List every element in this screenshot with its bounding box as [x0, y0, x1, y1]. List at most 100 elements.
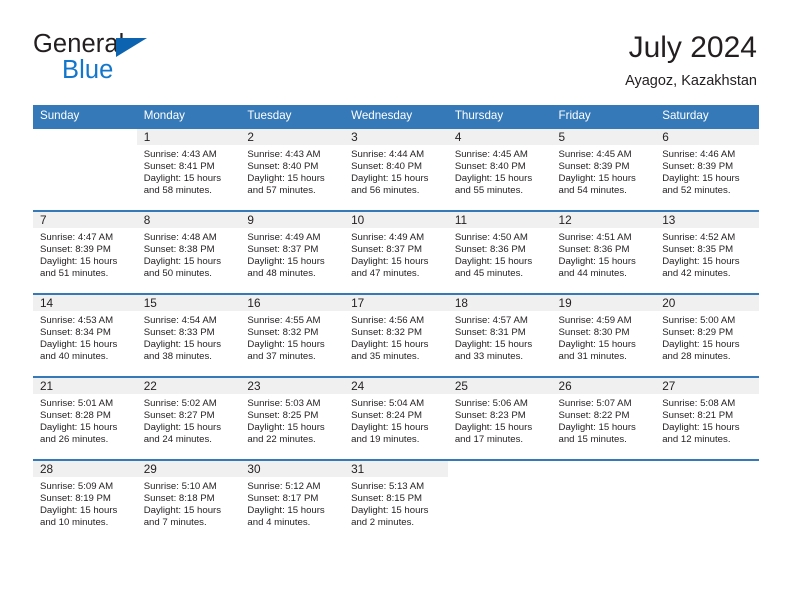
daylight-duration-line2: and 57 minutes. — [247, 185, 316, 197]
calendar-day-cell[interactable]: 28 Sunrise: 5:09 AM Sunset: 8:19 PM Dayligh… — [33, 459, 137, 542]
calendar-day-cell[interactable]: 20 Sunrise: 5:00 AM Sunset: 8:29 PM Dayligh… — [655, 293, 759, 376]
day-number-band: 24 — [344, 378, 448, 394]
calendar-day-cell[interactable]: 16 Sunrise: 4:55 AM Sunset: 8:32 PM Dayligh… — [240, 293, 345, 376]
day-number-band: 26 — [551, 378, 656, 394]
day-number: 9 — [247, 213, 254, 227]
calendar-day-cell[interactable]: 19 Sunrise: 4:59 AM Sunset: 8:30 PM Dayligh… — [551, 293, 656, 376]
daylight-duration-line1: Daylight: 15 hours — [40, 505, 118, 517]
day-details: Sunrise: 5:02 AM Sunset: 8:27 PM Daylight:… — [137, 394, 241, 446]
day-number-band: 28 — [33, 461, 137, 477]
day-number-band: 27 — [655, 378, 759, 394]
calendar-day-cell[interactable]: 4 Sunrise: 4:45 AM Sunset: 8:40 PM Daylight… — [447, 127, 552, 210]
calendar-day-cell[interactable]: 10 Sunrise: 4:49 AM Sunset: 8:37 PM Dayligh… — [344, 210, 448, 293]
daylight-duration-line2: and 38 minutes. — [143, 351, 212, 363]
calendar-day-cell[interactable]: 12 Sunrise: 4:51 AM Sunset: 8:36 PM Dayligh… — [551, 210, 656, 293]
day-details: Sunrise: 4:44 AM Sunset: 8:40 PM Daylight:… — [344, 145, 448, 197]
day-number-band: 18 — [447, 295, 552, 311]
calendar-day-cell[interactable]: 3 Sunrise: 4:44 AM Sunset: 8:40 PM Daylight… — [344, 127, 448, 210]
calendar-day-cell[interactable]: 26 Sunrise: 5:07 AM Sunset: 8:22 PM Dayligh… — [551, 376, 656, 459]
calendar-day-cell[interactable]: 11 Sunrise: 4:50 AM Sunset: 8:36 PM Dayligh… — [447, 210, 552, 293]
day-details: Sunrise: 5:03 AM Sunset: 8:25 PM Daylight:… — [240, 394, 344, 446]
day-number-band: 7 — [33, 212, 137, 228]
day-number-band: 29 — [136, 461, 241, 477]
day-number-band: 15 — [136, 295, 241, 311]
calendar-day-cell[interactable]: 5 Sunrise: 4:45 AM Sunset: 8:39 PM Daylight… — [551, 127, 656, 210]
day-details: Sunrise: 5:06 AM Sunset: 8:23 PM Daylight:… — [448, 394, 552, 446]
daylight-duration-line2: and 28 minutes. — [662, 351, 731, 363]
calendar-day-cell[interactable]: 24 Sunrise: 5:04 AM Sunset: 8:24 PM Dayligh… — [344, 376, 448, 459]
calendar-day-cell[interactable]: 2 Sunrise: 4:43 AM Sunset: 8:40 PM Daylight… — [240, 127, 345, 210]
daylight-duration-line2: and 44 minutes. — [558, 268, 627, 280]
day-details: Sunrise: 5:10 AM Sunset: 8:18 PM Daylight:… — [137, 477, 241, 529]
day-details: Sunrise: 4:45 AM Sunset: 8:40 PM Daylight:… — [448, 145, 552, 197]
calendar-day-cell[interactable]: 30 Sunrise: 5:12 AM Sunset: 8:17 PM Dayligh… — [240, 459, 345, 542]
day-number: 5 — [558, 130, 566, 144]
daylight-duration-line2: and 56 minutes. — [351, 185, 420, 197]
calendar-day-cell[interactable]: 7 Sunrise: 4:47 AM Sunset: 8:39 PM Daylight… — [33, 210, 137, 293]
sunrise-time: Sunrise: 4:49 AM — [247, 232, 321, 243]
daylight-duration-line1: Daylight: 15 hours — [351, 422, 429, 434]
calendar-day-cell[interactable]: 21 Sunrise: 5:01 AM Sunset: 8:28 PM Dayligh… — [33, 376, 137, 459]
daylight-duration-line2: and 48 minutes. — [247, 268, 316, 280]
daylight-duration-line1: Daylight: 15 hours — [247, 256, 325, 268]
sunrise-time: Sunrise: 4:54 AM — [143, 315, 217, 326]
sunrise-time: Sunrise: 4:59 AM — [558, 315, 632, 326]
calendar-day-cell[interactable]: 23 Sunrise: 5:03 AM Sunset: 8:25 PM Dayligh… — [240, 376, 345, 459]
calendar-day-cell[interactable]: 8 Sunrise: 4:48 AM Sunset: 8:38 PM Daylight… — [136, 210, 241, 293]
sunrise-time: Sunrise: 5:04 AM — [351, 398, 425, 409]
day-number: 23 — [247, 379, 261, 393]
day-number: 24 — [351, 379, 365, 393]
calendar-day-cell[interactable]: 15 Sunrise: 4:54 AM Sunset: 8:33 PM Dayligh… — [136, 293, 241, 376]
calendar-day-cell[interactable]: 22 Sunrise: 5:02 AM Sunset: 8:27 PM Dayligh… — [136, 376, 241, 459]
daylight-duration-line2: and 12 minutes. — [662, 434, 731, 446]
sunset-time: Sunset: 8:22 PM — [558, 410, 630, 422]
calendar-day-cell[interactable]: 13 Sunrise: 4:52 AM Sunset: 8:35 PM Dayligh… — [655, 210, 759, 293]
calendar-day-cell[interactable]: 29 Sunrise: 5:10 AM Sunset: 8:18 PM Dayligh… — [136, 459, 241, 542]
daylight-duration-line2: and 45 minutes. — [454, 268, 524, 280]
calendar-day-cell[interactable]: 6 Sunrise: 4:46 AM Sunset: 8:39 PM Daylight… — [655, 127, 759, 210]
daylight-duration-line2: and 51 minutes. — [40, 268, 109, 280]
sunset-time: Sunset: 8:17 PM — [247, 493, 319, 505]
day-details: Sunrise: 5:12 AM Sunset: 8:17 PM Daylight:… — [240, 477, 344, 529]
calendar-day-cell[interactable]: 1 Sunrise: 4:43 AM Sunset: 8:41 PM Daylight… — [136, 127, 241, 210]
calendar-day-cell-empty — [447, 459, 552, 542]
daylight-duration-line2: and 24 minutes. — [143, 434, 212, 446]
day-number: 18 — [454, 296, 468, 310]
logo-text-general: General — [33, 30, 125, 58]
day-details: Sunrise: 5:13 AM Sunset: 8:15 PM Daylight:… — [344, 477, 448, 529]
sunset-time: Sunset: 8:39 PM — [662, 161, 734, 173]
calendar-day-cell[interactable]: 27 Sunrise: 5:08 AM Sunset: 8:21 PM Dayligh… — [655, 376, 759, 459]
sunrise-time: Sunrise: 4:56 AM — [351, 315, 425, 326]
day-number: 1 — [143, 130, 151, 144]
calendar-day-cell[interactable]: 9 Sunrise: 4:49 AM Sunset: 8:37 PM Daylight… — [240, 210, 345, 293]
daylight-duration-line1: Daylight: 15 hours — [351, 339, 429, 351]
sunset-time: Sunset: 8:28 PM — [40, 410, 111, 422]
sunset-time: Sunset: 8:34 PM — [40, 327, 111, 339]
sunset-time: Sunset: 8:18 PM — [143, 493, 215, 505]
weekday-header-wednesday: Wednesday — [344, 105, 448, 127]
day-details: Sunrise: 4:57 AM Sunset: 8:31 PM Daylight:… — [448, 311, 552, 363]
day-details: Sunrise: 4:59 AM Sunset: 8:30 PM Daylight:… — [552, 311, 656, 363]
daylight-duration-line1: Daylight: 15 hours — [143, 505, 222, 517]
weekday-header-monday: Monday — [136, 105, 241, 127]
daylight-duration-line1: Daylight: 15 hours — [454, 256, 533, 268]
daylight-duration-line2: and 54 minutes. — [558, 185, 627, 197]
daylight-duration-line2: and 7 minutes. — [143, 517, 207, 529]
calendar-week-row: 1 Sunrise: 4:43 AM Sunset: 8:41 PM Daylight… — [33, 127, 759, 210]
daylight-duration-line2: and 40 minutes. — [40, 351, 109, 363]
daylight-duration-line2: and 22 minutes. — [247, 434, 316, 446]
daylight-duration-line1: Daylight: 15 hours — [40, 256, 118, 268]
calendar-day-cell[interactable]: 25 Sunrise: 5:06 AM Sunset: 8:23 PM Dayligh… — [447, 376, 552, 459]
day-number-band: 1 — [136, 129, 241, 145]
day-number: 8 — [143, 213, 151, 227]
day-number: 10 — [351, 213, 365, 227]
calendar-day-cell[interactable]: 14 Sunrise: 4:53 AM Sunset: 8:34 PM Dayligh… — [33, 293, 137, 376]
calendar-day-cell[interactable]: 31 Sunrise: 5:13 AM Sunset: 8:15 PM Dayligh… — [344, 459, 448, 542]
calendar-day-cell[interactable]: 17 Sunrise: 4:56 AM Sunset: 8:32 PM Dayligh… — [344, 293, 448, 376]
daylight-duration-line2: and 15 minutes. — [558, 434, 627, 446]
day-number: 7 — [40, 213, 47, 227]
daylight-duration-line1: Daylight: 15 hours — [143, 422, 222, 434]
daylight-duration-line2: and 31 minutes. — [558, 351, 627, 363]
sunrise-time: Sunrise: 5:06 AM — [454, 398, 528, 409]
calendar-day-cell[interactable]: 18 Sunrise: 4:57 AM Sunset: 8:31 PM Dayligh… — [447, 293, 552, 376]
